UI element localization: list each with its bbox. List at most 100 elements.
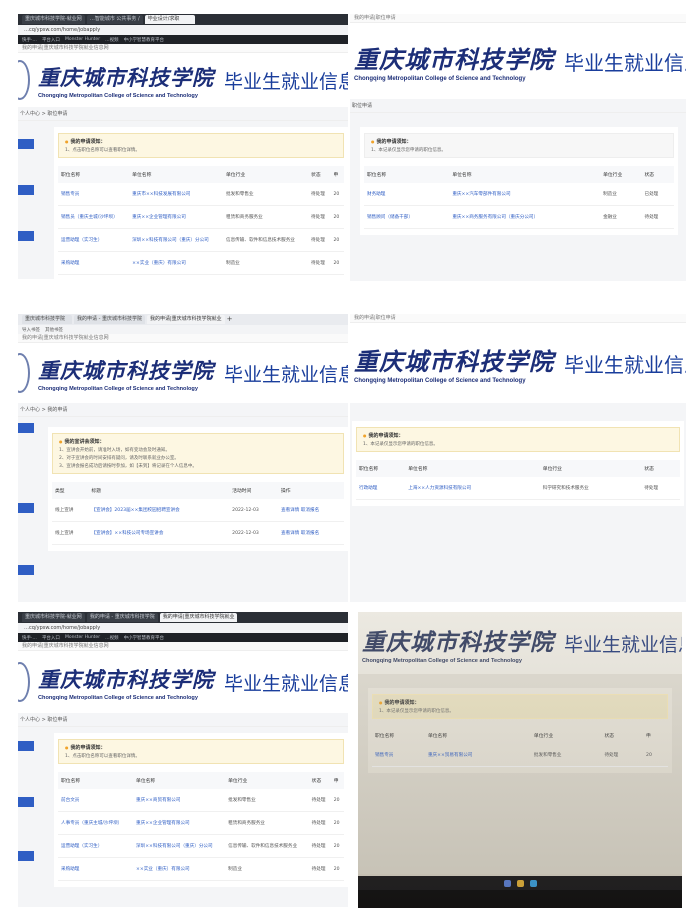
bookmark-item[interactable]: 平台入口	[42, 635, 60, 641]
company-link[interactable]: 重庆××商务服务有限公司（重庆分公司）	[449, 205, 601, 229]
job-title-link[interactable]: 销售顾问（储备干部）	[364, 205, 450, 229]
sidebar-item[interactable]	[18, 741, 34, 751]
college-logo[interactable]: 重庆城市科技学院 Chongqing Metropolitan College …	[38, 62, 214, 99]
browser-tab[interactable]: 我的申请 - 重庆城市科技学院	[86, 613, 158, 622]
job-title-link[interactable]: 人事专员（重庆主城/沙坪坝）	[58, 811, 134, 835]
company-link[interactable]: 重庆××商贸有限公司	[133, 789, 226, 812]
job-title-link[interactable]: 行政助理	[356, 477, 406, 500]
browser-tab-active[interactable]: 毕业设计/求职	[144, 15, 195, 24]
job-title-link[interactable]: 财务助理	[364, 183, 450, 206]
new-tab-icon[interactable]: +	[227, 315, 233, 324]
bookmark-item[interactable]: 导入书签	[22, 327, 40, 333]
bookmark-item[interactable]: Monster Hunter	[65, 635, 100, 640]
page-title: 我的申请|重庆城市科技学院就业信息网	[18, 334, 348, 343]
address-bar[interactable]: …cq/ypsw.com/home/jobapply	[18, 623, 348, 633]
bookmark-item[interactable]: 其他书签	[45, 327, 63, 333]
browser-tab[interactable]: 我的申请 - 重庆城市科技学院	[74, 315, 145, 324]
company-link[interactable]: 重庆××企业管理有限公司	[129, 205, 223, 229]
job-title-link[interactable]: 采购助理	[58, 857, 134, 881]
address-bar[interactable]: …cq/ypsw.com/home/jobapply	[18, 25, 348, 35]
seminar-title-link[interactable]: 【宣讲会】2023届××集团校园招聘宣讲会	[88, 499, 230, 522]
company-link[interactable]: 上海××人力资源科技有限公司	[405, 477, 540, 500]
logo-chinese: 重庆城市科技学院	[354, 45, 554, 74]
college-logo[interactable]: 重庆城市科技学院 Chongqing Metropolitan College …	[38, 355, 214, 392]
date-cell: 20	[330, 205, 344, 229]
browser-tab[interactable]: …智能城市 公共事务 /	[86, 15, 143, 24]
college-logo[interactable]: 重庆城市科技学院 Chongqing Metropolitan College …	[38, 664, 214, 701]
job-title-link[interactable]: 运营助理（实习生）	[58, 228, 130, 252]
sidebar-item[interactable]	[18, 797, 34, 807]
browser-tab[interactable]: 重庆城市科技学院-就业网	[22, 15, 85, 24]
edge-icon[interactable]	[529, 879, 537, 887]
table-row: 线上宣讲 【宣讲会】××科技公司专场宣讲会 2022-12-03 查看详情 取消…	[52, 521, 344, 545]
row-actions[interactable]: 查看详情 取消报名	[277, 499, 344, 522]
sidebar-item[interactable]	[18, 185, 34, 195]
job-title-link[interactable]: 销售专员	[58, 183, 130, 206]
site-header: 重庆城市科技学院 Chongqing Metropolitan College …	[358, 612, 682, 674]
company-link[interactable]: 深圳××科技有限公司（重庆）分公司	[133, 834, 226, 858]
college-logo[interactable]: 重庆城市科技学院 Chongqing Metropolitan College …	[354, 40, 554, 82]
bookmark-item[interactable]: 平台入口	[42, 37, 60, 43]
industry-cell: 制造业	[225, 857, 309, 881]
job-title-link[interactable]: 运营助理（实习生）	[58, 834, 134, 858]
browser-tab-active[interactable]: 我的申请|重庆城市科技学院就业	[159, 613, 238, 622]
notice-line: 3、宣讲会报名成功后请按时参加，如【未到】将记录在个人信息中。	[59, 464, 197, 469]
row-actions[interactable]: 查看详情 取消报名	[277, 521, 344, 545]
logo-english: Chongqing Metropolitan College of Scienc…	[38, 385, 198, 392]
site-section-title: 毕业生就业信息	[564, 50, 686, 75]
company-link[interactable]: ××实业（重庆）有限公司	[129, 251, 223, 275]
browser-tab[interactable]: 重庆城市科技学院-就业网	[22, 613, 85, 622]
status-cell: 待处理	[308, 789, 331, 812]
sidebar-item[interactable]	[18, 231, 34, 241]
breadcrumb: 职位申请	[350, 99, 686, 113]
job-title-link[interactable]: 采购助理	[58, 251, 130, 275]
date-cell: 20	[330, 251, 344, 275]
start-icon[interactable]	[503, 879, 511, 887]
notice-title: 我的申请须知：	[379, 699, 661, 706]
bookmark-item[interactable]: 中小学智慧教育平台	[124, 635, 165, 641]
main-content: 我的宣讲会须知： 1、宣讲会开始前，请准时入场，如有变动会及时通知。 2、对于宣…	[48, 427, 348, 551]
column-header: 活动时间	[229, 482, 278, 499]
screenshot-panel-6-photo: 重庆城市科技学院 Chongqing Metropolitan College …	[358, 612, 682, 908]
bookmark-item[interactable]: …视频	[105, 37, 119, 43]
job-title-link[interactable]: 销售员（重庆主城/沙坪坝）	[58, 205, 130, 229]
college-logo[interactable]: 重庆城市科技学院 Chongqing Metropolitan College …	[354, 342, 554, 384]
main-content: 我的申请须知： 1、本记录仅显示您申请的职位信息。 职位名称 单位名称 单位行业…	[360, 127, 678, 235]
job-title-link[interactable]: 销售专员	[372, 744, 425, 767]
company-link[interactable]: 重庆××企业管理有限公司	[133, 811, 226, 835]
sidebar-item[interactable]	[18, 503, 34, 513]
sidebar-item[interactable]	[18, 565, 34, 575]
seminar-title-link[interactable]: 【宣讲会】××科技公司专场宣讲会	[88, 521, 230, 545]
bookmarks-bar: 快手·… 平台入口 Monster Hunter …视频 中小学智慧教育平台	[18, 633, 348, 642]
bookmark-item[interactable]: 快手·…	[22, 37, 37, 43]
company-link[interactable]: 重庆××汽车零部件有限公司	[449, 183, 601, 206]
logo-english: Chongqing Metropolitan College of Scienc…	[38, 92, 198, 99]
column-header: 单位行业	[225, 772, 309, 789]
bookmark-item[interactable]: 快手·…	[22, 635, 37, 641]
browser-tab[interactable]: 重庆城市科技学院	[22, 315, 72, 324]
college-logo[interactable]: 重庆城市科技学院 Chongqing Metropolitan College …	[362, 623, 554, 664]
industry-cell: 租赁和商务服务业	[225, 811, 309, 835]
table-row: 财务助理 重庆××汽车零部件有限公司 制造业 已处理	[364, 183, 674, 206]
browser-tab-active[interactable]: 我的申请|重庆城市科技学院就业	[146, 315, 225, 324]
sidebar-item[interactable]	[18, 139, 34, 149]
bookmark-item[interactable]: Monster Hunter	[65, 37, 100, 42]
company-link[interactable]: 重庆××贸易有限公司	[424, 744, 531, 767]
application-table: 职位名称 单位名称 单位行业 状态 行政助理 上海××人力资源科技有限公司 科学…	[356, 460, 680, 500]
company-link[interactable]: 深圳××科技有限公司（重庆）分公司	[129, 228, 223, 252]
company-link[interactable]: ××实业（重庆）有限公司	[133, 857, 226, 881]
explorer-icon[interactable]	[516, 879, 524, 887]
page-title: 我的申请|重庆城市科技学院就业信息网	[18, 642, 348, 651]
logo-chinese: 重庆城市科技学院	[362, 628, 554, 656]
monitor-bezel	[358, 890, 682, 908]
industry-cell: 制造业	[222, 251, 309, 275]
site-header: 重庆城市科技学院 Chongqing Metropolitan College …	[350, 323, 686, 403]
column-header: 职位名称	[364, 166, 450, 183]
industry-cell: 批发和零售业	[530, 744, 602, 767]
sidebar-item[interactable]	[18, 423, 34, 433]
job-title-link[interactable]: 前台文员	[58, 789, 134, 812]
bookmark-item[interactable]: 中小学智慧教育平台	[124, 37, 165, 43]
bookmark-item[interactable]: …视频	[105, 635, 119, 641]
company-link[interactable]: 重庆市××科技发展有限公司	[129, 183, 223, 206]
sidebar-item[interactable]	[18, 851, 34, 861]
